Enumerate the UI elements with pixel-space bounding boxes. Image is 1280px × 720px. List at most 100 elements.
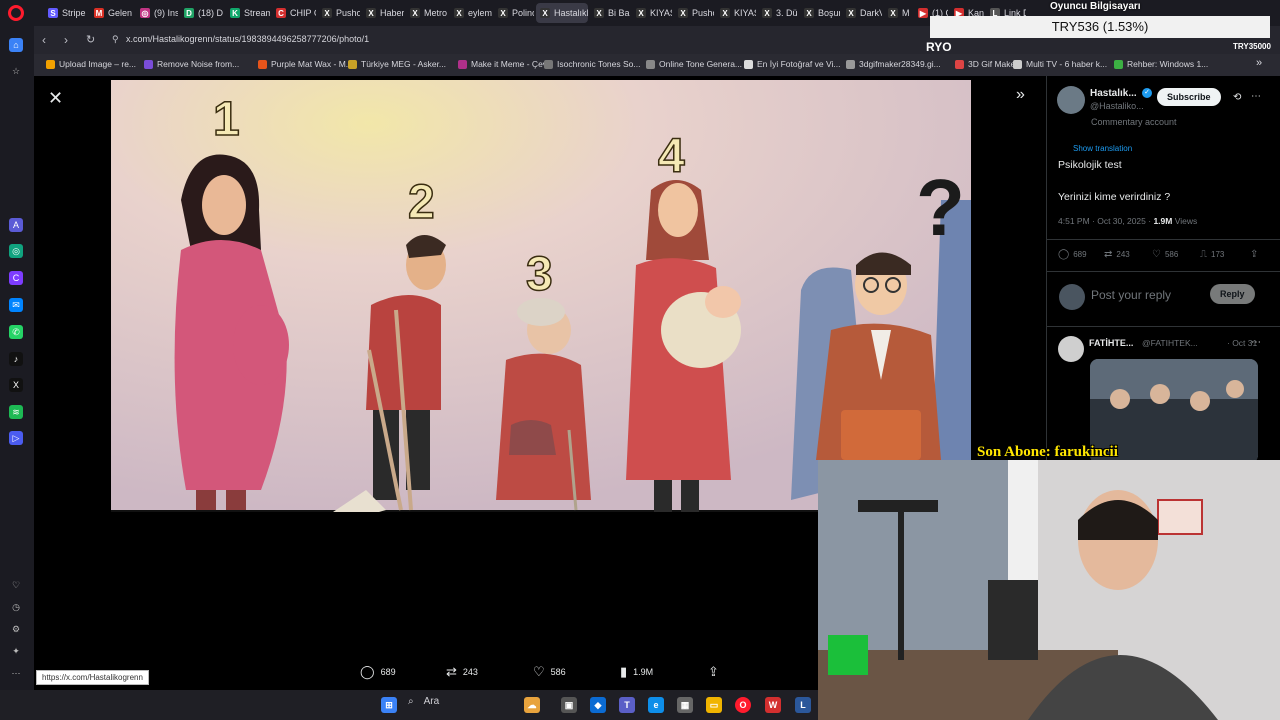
browser-tab[interactable]: X Polino [494, 3, 534, 23]
browser-tab[interactable]: D (18) D [180, 3, 224, 23]
repost-action[interactable]: ⇄ 243 [446, 664, 478, 680]
tab-label: Pusho [692, 8, 714, 18]
browser-tab[interactable]: X Haber [362, 3, 404, 23]
widget-icon[interactable]: ☁ [524, 697, 540, 713]
browser-tab[interactable]: X Pusho [674, 3, 714, 23]
share-action[interactable]: ⇪ [708, 664, 719, 680]
task-view-icon[interactable]: ▣ [561, 697, 577, 713]
opera-icon[interactable]: O [735, 697, 751, 713]
app-w-icon[interactable]: W [765, 697, 781, 713]
browser-tab[interactable]: S Stripe [44, 3, 88, 23]
bookmark-item[interactable]: Make it Meme - Çev... [458, 59, 554, 69]
browser-tab[interactable]: X Metro [406, 3, 448, 23]
browser-tab[interactable]: X KIYAS [716, 3, 756, 23]
reload-icon[interactable]: ↻ [86, 33, 95, 46]
opera-logo-icon[interactable] [8, 5, 24, 21]
aria-icon[interactable]: A [9, 218, 23, 232]
bookmark-item[interactable]: Isochronic Tones So... [544, 59, 640, 69]
share-stat[interactable]: ⇪ [1250, 249, 1258, 260]
bookmark-item[interactable]: Remove Noise from... [144, 59, 239, 69]
bookmark-item[interactable]: Rehber: Windows 1... [1114, 59, 1208, 69]
messenger-icon[interactable]: ✉ [9, 298, 23, 312]
browser-tab[interactable]: K Stream [226, 3, 270, 23]
bookmarks-more-icon[interactable]: » [1256, 57, 1262, 69]
heart-icon[interactable]: ♡ [9, 578, 23, 592]
store-icon[interactable]: ▦ [677, 697, 693, 713]
reply-stat[interactable]: ◯ 689 [1058, 249, 1087, 260]
more-icon[interactable]: ⋯ [9, 666, 23, 680]
app-l-icon[interactable]: L [795, 697, 811, 713]
reply-input[interactable]: Post your reply [1091, 288, 1171, 302]
home-icon[interactable]: ⌂ [9, 38, 23, 52]
copilot-icon[interactable]: ◆ [590, 697, 606, 713]
subscribe-button[interactable]: Subscribe [1157, 88, 1221, 106]
browser-tab[interactable]: X Bi Bak [590, 3, 630, 23]
edge-icon[interactable]: e [648, 697, 664, 713]
bookmark-item[interactable]: Türkiye MEG - Asker... [348, 59, 446, 69]
like-action[interactable]: ♡ 586 [533, 664, 566, 680]
bookmark-item[interactable]: Multi TV - 6 haber k... [1013, 59, 1107, 69]
bookmark-item[interactable]: 3D Gif Maker [955, 59, 1018, 69]
spotify-icon[interactable]: ≋ [9, 405, 23, 419]
tweet-photo[interactable]: 1 2 3 4 ? [111, 80, 971, 512]
bookmark-item[interactable]: Upload Image – re... [46, 59, 136, 69]
reply-action[interactable]: ◯ 689 [360, 664, 396, 680]
browser-tab[interactable]: ◎ (9) Ins [136, 3, 178, 23]
author-avatar[interactable] [1057, 86, 1085, 114]
browser-tab[interactable]: X DarkV [842, 3, 882, 23]
tiktok-icon[interactable]: ♪ [9, 352, 23, 366]
close-icon[interactable]: ✕ [48, 88, 63, 109]
bookmark-item[interactable]: Purple Mat Wax - M... [258, 59, 353, 69]
settings-gear-icon[interactable]: ⚙ [9, 622, 23, 636]
browser-tab[interactable]: X HastalıkNe [536, 3, 588, 23]
taskbar-search[interactable]: ⌕ Ara [408, 696, 439, 707]
player-icon[interactable]: ▷ [9, 431, 23, 445]
bookmark-item[interactable]: Online Tone Genera... [646, 59, 742, 69]
reply-more-icon[interactable]: ⋯ [1251, 337, 1261, 348]
browser-tab[interactable]: C CHIP C [272, 3, 316, 23]
tweet-timestamp: 4:51 PM · Oct 30, 2025 · 1.9M Views [1058, 216, 1198, 226]
browser-tab[interactable]: XM [884, 3, 912, 23]
star-icon[interactable]: ☆ [9, 64, 23, 78]
teams-icon[interactable]: T [619, 697, 635, 713]
illustration: 1 2 3 4 ? [111, 80, 971, 512]
reply-button[interactable]: Reply [1210, 284, 1255, 304]
bulb-icon[interactable]: ✦ [9, 644, 23, 658]
chatgpt-icon[interactable]: ◎ [9, 244, 23, 258]
browser-tab[interactable]: X Pusho [318, 3, 360, 23]
back-icon[interactable]: ‹ [42, 33, 46, 47]
whatsapp-icon[interactable]: ✆ [9, 325, 23, 339]
bookmark-stat[interactable]: ⎍ 173 [1200, 249, 1224, 260]
url-field[interactable]: x.com/Hastalikogrenn/status/198389449625… [126, 34, 369, 44]
tab-favicon-icon: X [366, 8, 376, 18]
forward-icon[interactable]: › [64, 33, 68, 47]
x-icon[interactable]: X [9, 378, 23, 392]
grok-icon[interactable]: ⟲ [1233, 92, 1241, 103]
reply-author-handle[interactable]: @FATIHTEK... [1142, 338, 1198, 348]
browser-tab[interactable]: Xeylem [450, 3, 492, 23]
bookmark-label: En İyi Fotoğraf ve Vi... [757, 59, 841, 69]
reply-avatar[interactable] [1058, 336, 1084, 362]
browser-tab[interactable]: X KIYAS [632, 3, 672, 23]
community-label[interactable]: Commentary account [1091, 117, 1177, 127]
more-options-icon[interactable]: ⋯ [1251, 91, 1261, 102]
expand-panel-icon[interactable]: » [1016, 86, 1025, 104]
bookmark-item[interactable]: 3dgifmaker28349.gi... [846, 59, 941, 69]
like-stat[interactable]: ♡ 586 [1152, 249, 1178, 260]
views-action[interactable]: ▮ 1.9M [620, 664, 653, 680]
windows-start-icon[interactable]: ⊞ [381, 697, 397, 713]
cs-icon[interactable]: C [9, 271, 23, 285]
bookmark-favicon-icon [744, 59, 753, 69]
reply-author-name[interactable]: FATİHTE... [1089, 338, 1133, 348]
explorer-icon[interactable]: ▭ [706, 697, 722, 713]
author-name[interactable]: Hastalık... [1090, 88, 1137, 99]
browser-tab[interactable]: M Gelen [90, 3, 134, 23]
browser-tab[interactable]: X 3. Dün [758, 3, 798, 23]
bookmark-item[interactable]: En İyi Fotoğraf ve Vi... [744, 59, 840, 69]
history-icon[interactable]: ◷ [9, 600, 23, 614]
show-translation-link[interactable]: Show translation [1073, 144, 1132, 153]
site-info-icon[interactable]: ⚲ [112, 34, 119, 45]
repost-stat[interactable]: ⇄ 243 [1104, 249, 1130, 260]
author-handle[interactable]: @Hastaliko... [1090, 101, 1144, 111]
browser-tab[interactable]: X Boşun [800, 3, 840, 23]
